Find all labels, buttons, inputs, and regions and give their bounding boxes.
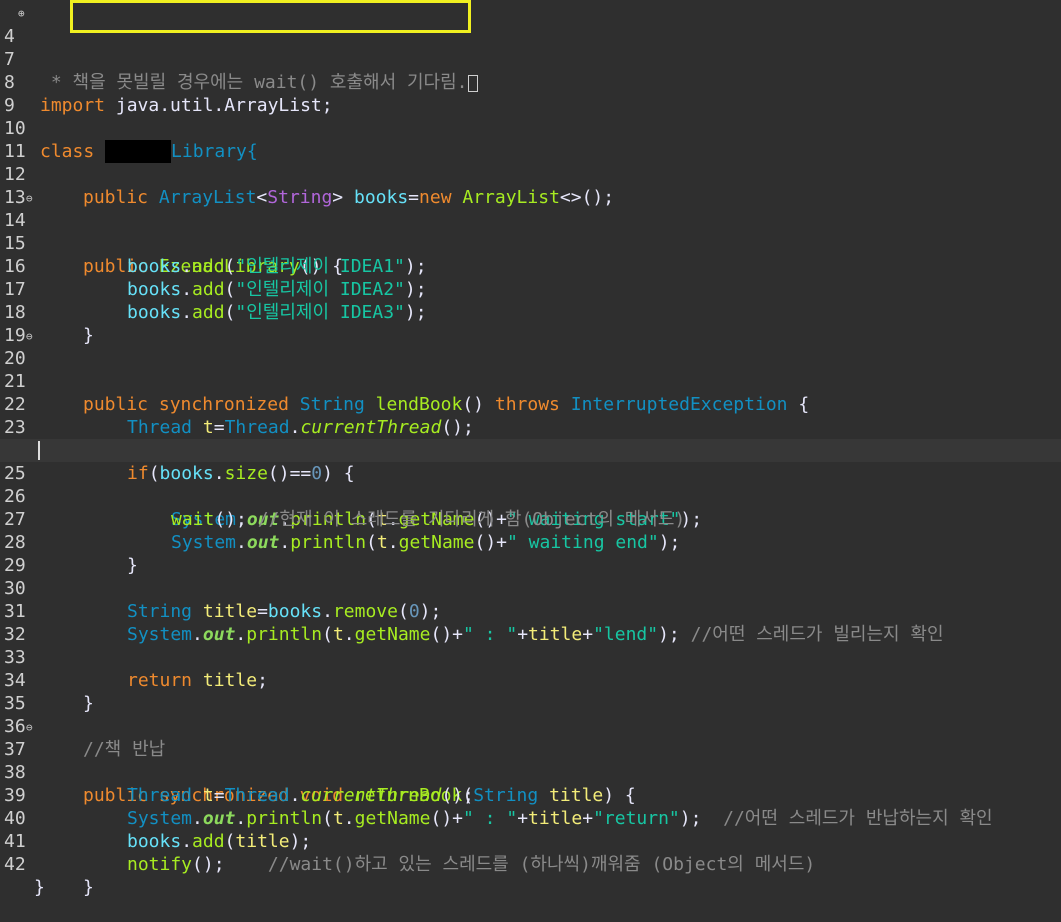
code-line-40[interactable]: 40 books.add(title);	[0, 784, 1061, 852]
code-line-26[interactable]: 26 wait(); //현재 이 스레드를 기다리게 함(Object의 메서…	[0, 462, 1061, 530]
code-line-29[interactable]: 29	[0, 531, 1061, 576]
code-line-19[interactable]: 19	[0, 301, 1061, 346]
code-line-28[interactable]: 28 }	[0, 508, 1061, 576]
code-line-7[interactable]: 7	[0, 25, 1061, 70]
code-line-22[interactable]: 22 Thread t=Thread.currentThread();	[0, 370, 1061, 438]
fold-icon[interactable]: ⊖	[26, 325, 33, 348]
code-line-33[interactable]: 33 return title;	[0, 623, 1061, 691]
fold-icon[interactable]: ⊖	[26, 187, 33, 210]
code-line-41[interactable]: 41 notify(); //wait()하고 있는 스레드를 (하나씩)깨워줌…	[0, 807, 1061, 875]
code-line-13[interactable]: 13	[0, 163, 1061, 208]
fold-icon[interactable]: ⊕	[18, 2, 25, 25]
fold-icon[interactable]: ⊖	[26, 716, 33, 739]
code-line-14[interactable]: 14 ⊖ public EzenacLibrary() {	[0, 186, 1061, 277]
code-line-24[interactable]: 24 if(books.size()==0) {	[0, 416, 1061, 484]
code-line-11[interactable]: 11	[0, 117, 1061, 162]
code-line-39[interactable]: 39 System.out.println(t.getName()+" : "+…	[0, 761, 1061, 829]
code-line-10[interactable]: 10 class Library{	[0, 94, 1061, 163]
code-line-12[interactable]: 12 public ArrayList<String> books=new Ar…	[0, 140, 1061, 208]
code-line-42[interactable]: 42 }	[0, 830, 1061, 898]
code-editor[interactable]: 4 ⊕ * 책을 못빌릴 경우에는 wait() 호출해서 기다림. 7 8 i…	[0, 0, 1061, 898]
code-line-8[interactable]: 8 import java.util.ArrayList;	[0, 48, 1061, 116]
token: }	[83, 877, 94, 898]
code-line-37[interactable]: 37 ⊖ public synchronized void returnBook…	[0, 715, 1061, 806]
code-line-18[interactable]: 18 }	[0, 278, 1061, 346]
code-line-17[interactable]: 17 books.add("인텔리제이 IDEA3");	[0, 255, 1061, 323]
code-line-16[interactable]: 16 books.add("인텔리제이 IDEA2");	[0, 232, 1061, 300]
code-line-30[interactable]: 30 String title=books.remove(0);	[0, 554, 1061, 622]
code-line-27[interactable]: 27 System.out.println(t.getName()+" wait…	[0, 485, 1061, 553]
text-caret	[38, 441, 40, 460]
code-line-4[interactable]: 4 ⊕ * 책을 못빌릴 경우에는 wait() 호출해서 기다림.	[0, 2, 1061, 93]
code-line-21[interactable]: 21	[0, 347, 1061, 392]
code-line-38[interactable]: 38 Thread t=Thread.currentThread();	[0, 738, 1061, 806]
code-line-43[interactable]: }	[0, 853, 1061, 898]
code-line-36[interactable]: 36 //책 반납	[0, 692, 1061, 760]
code-line-23[interactable]: 23	[0, 393, 1061, 438]
code-line-15[interactable]: 15 books.add("인텔리제이 IDEA1");	[0, 209, 1061, 277]
code-line-25[interactable]: 25 System.out.println(t.getName()+" wait…	[0, 439, 1061, 530]
code-line-34[interactable]: 34 }	[0, 646, 1061, 714]
code-line-31[interactable]: 31 System.out.println(t.getName()+" : "+…	[0, 577, 1061, 645]
token: }	[34, 877, 45, 898]
code-line-20[interactable]: 20 ⊖ public synchronized String lendBook…	[0, 324, 1061, 415]
code-line-32[interactable]: 32	[0, 600, 1061, 645]
code-line-9[interactable]: 9	[0, 71, 1061, 116]
code-line-35[interactable]: 35	[0, 669, 1061, 714]
